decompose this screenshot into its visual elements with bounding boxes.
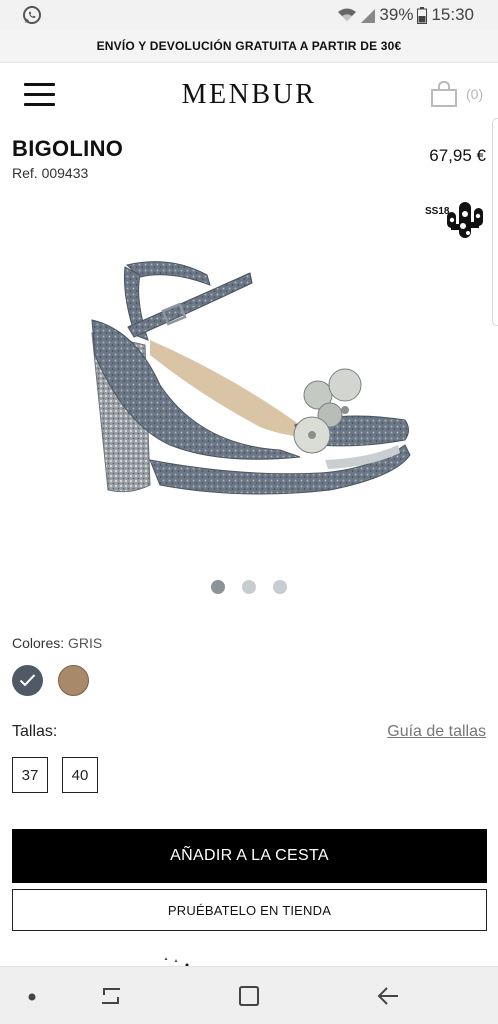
promo-banner[interactable]: ENVÍO Y DEVOLUCIÓN GRATUITA A PARTIR DE … (0, 30, 498, 63)
dot-icon[interactable] (28, 993, 36, 1001)
sandal-image[interactable] (0, 215, 498, 555)
brand-logo[interactable]: MENBUR (0, 79, 498, 111)
carousel-dot-3[interactable] (273, 580, 287, 594)
try-in-store-button[interactable]: PRUÉBATELO EN TIENDA (12, 889, 487, 931)
product-name: BIGOLINO (12, 136, 124, 161)
carousel-dot-2[interactable] (242, 580, 256, 594)
carousel-dot-1[interactable] (211, 580, 225, 594)
size-guide-link[interactable]: Guía de tallas (387, 723, 486, 741)
selected-color: GRIS (68, 635, 103, 651)
cart-count: (0) (466, 86, 484, 102)
signal-icon (361, 9, 376, 23)
sizes-label: Tallas: (12, 723, 58, 740)
wifi-icon (338, 8, 357, 21)
status-bar: 39% 15:30 (0, 0, 498, 30)
whatsapp-icon (23, 6, 41, 24)
shopping-bag-icon (431, 80, 457, 107)
battery-icon (417, 6, 428, 24)
colors-label: Colores: GRIS (12, 635, 102, 651)
size-option-40[interactable]: 40 (62, 757, 98, 793)
home-icon[interactable] (238, 985, 260, 1007)
site-header: MENBUR (0) (0, 64, 498, 128)
recents-icon[interactable] (100, 985, 122, 1007)
check-icon (19, 674, 36, 687)
color-swatch-marron[interactable] (58, 665, 89, 696)
color-swatch-gris[interactable] (12, 665, 43, 696)
product-price: 67,95 € (429, 146, 486, 165)
cart-button[interactable]: (0) (430, 78, 490, 110)
status-right: 39% 15:30 (337, 5, 474, 25)
back-icon[interactable] (376, 985, 400, 1007)
product-ref: Ref. 009433 (12, 165, 89, 181)
size-option-37[interactable]: 37 (12, 757, 48, 793)
system-nav-bar (0, 966, 498, 1024)
status-time: 15:30 (431, 5, 474, 24)
battery-percent: 39% (379, 5, 414, 24)
colors-label-text: Colores: (12, 635, 65, 651)
add-to-cart-button[interactable]: AÑADIR A LA CESTA (12, 829, 487, 883)
carousel-dots (0, 580, 498, 594)
